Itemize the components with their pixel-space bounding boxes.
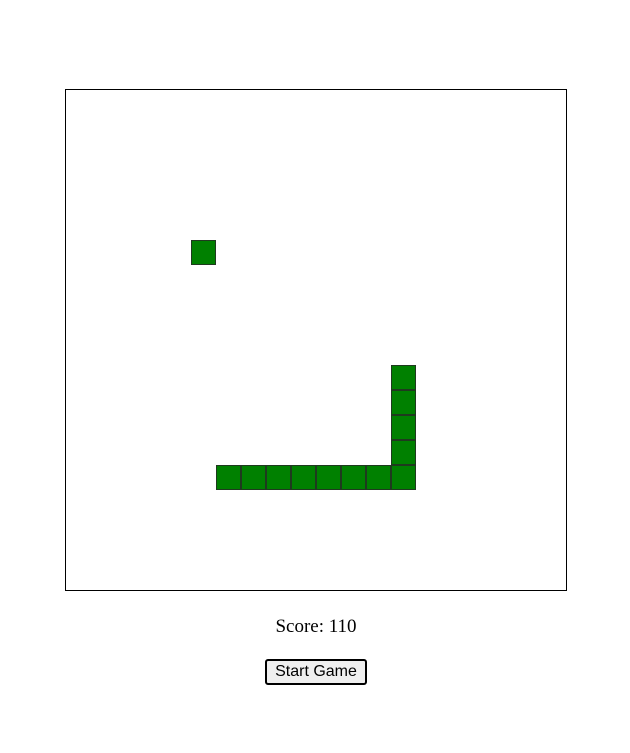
snake-segment	[391, 465, 416, 490]
snake-segment	[266, 465, 291, 490]
snake-segment	[391, 390, 416, 415]
snake-segment	[366, 465, 391, 490]
snake-segment	[341, 465, 366, 490]
snake-head	[391, 365, 416, 390]
controls: Start Game	[0, 659, 630, 685]
snake-segment	[316, 465, 341, 490]
snake-segment	[241, 465, 266, 490]
snake-segment	[216, 465, 241, 490]
snake-segment	[391, 415, 416, 440]
food-cell	[191, 240, 216, 265]
start-game-button[interactable]: Start Game	[265, 659, 367, 685]
score-display: Score: 110	[275, 616, 357, 637]
snake-segment	[291, 465, 316, 490]
game-board[interactable]	[65, 89, 567, 591]
snake-segment	[391, 440, 416, 465]
game-page: Score: 110 Start Game	[0, 0, 630, 753]
